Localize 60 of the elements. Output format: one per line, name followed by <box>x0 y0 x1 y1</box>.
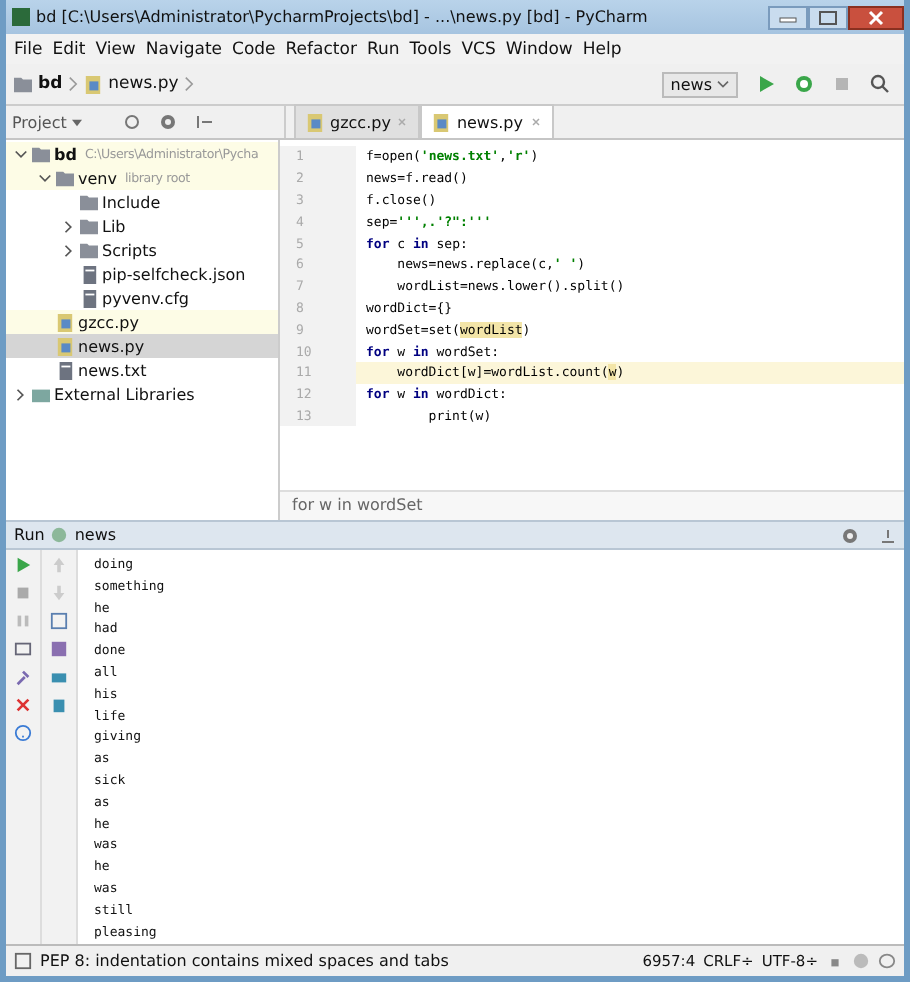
minimize-button[interactable] <box>768 5 808 29</box>
project-view-selector[interactable]: Project <box>12 113 85 131</box>
tree-item[interactable]: Lib <box>6 214 278 238</box>
chevron-icon <box>68 76 79 92</box>
file-icon <box>80 265 98 283</box>
stop-icon[interactable] <box>14 584 32 602</box>
rerun-icon[interactable] <box>14 556 32 574</box>
python-file-icon <box>432 113 451 131</box>
editor-tab[interactable]: gzcc.py <box>294 104 421 138</box>
menu-item[interactable]: Tools <box>409 39 452 59</box>
breadcrumb-item[interactable]: bd <box>38 74 63 94</box>
debug-icon[interactable] <box>794 74 814 94</box>
folder-icon <box>14 75 32 93</box>
menu-item[interactable]: Refactor <box>285 39 357 59</box>
tree-item[interactable]: Scripts <box>6 238 278 262</box>
dropdown-caret-icon <box>716 79 730 89</box>
tree-item[interactable]: news.py <box>6 334 278 358</box>
editor-breadcrumb[interactable]: for w in wordSet <box>280 490 904 520</box>
speech-bubble-icon[interactable] <box>878 952 896 970</box>
close-button[interactable] <box>848 5 904 29</box>
run-config-dropdown[interactable]: news <box>662 71 738 97</box>
editor-tab[interactable]: news.py <box>420 104 553 138</box>
python-file-icon <box>84 75 103 93</box>
menu-item[interactable]: Window <box>505 39 573 59</box>
chevron-icon <box>184 76 195 92</box>
run-icon[interactable] <box>756 74 776 94</box>
run-tab[interactable]: news <box>74 526 117 544</box>
search-icon[interactable] <box>870 74 890 94</box>
menu-item[interactable]: VCS <box>461 39 496 59</box>
tree-item[interactable]: pip-selfcheck.json <box>6 262 278 286</box>
menu-item[interactable]: View <box>95 39 136 59</box>
python-file-icon <box>306 113 324 131</box>
menu-item[interactable]: Run <box>366 39 400 59</box>
layout-icon[interactable] <box>14 640 32 658</box>
panel-toggle-icon[interactable] <box>14 952 32 970</box>
close-icon[interactable] <box>14 696 32 714</box>
tree-item[interactable]: External Libraries <box>6 382 278 406</box>
app-icon <box>12 8 30 26</box>
menu-item[interactable]: Code <box>232 39 276 59</box>
menu-item[interactable]: Edit <box>52 39 86 59</box>
collapse-icon[interactable] <box>194 112 215 132</box>
file-icon <box>56 361 74 379</box>
run-panel-label: Run <box>14 526 45 544</box>
file-icon <box>80 289 98 307</box>
dropdown-caret-icon <box>70 117 85 127</box>
tree-item[interactable]: news.txt <box>6 358 278 382</box>
menu-item[interactable]: Help <box>582 39 622 59</box>
close-tab-icon[interactable] <box>529 116 541 128</box>
hide-panel-icon[interactable] <box>878 525 898 545</box>
menu-item[interactable]: Navigate <box>145 39 223 59</box>
breadcrumb-item[interactable]: news.py <box>108 74 179 94</box>
tree-item[interactable]: Include <box>6 190 278 214</box>
collapsed-chevron-icon[interactable] <box>14 387 28 401</box>
target-icon[interactable] <box>122 112 143 132</box>
tree-item[interactable]: gzcc.py <box>6 310 278 334</box>
menu-item[interactable]: File <box>14 39 43 59</box>
status-message: PEP 8: indentation contains mixed spaces and tabs <box>40 952 449 970</box>
window-title: bd [C:\Users\Administrator\PycharmProjects\bd] - ...\news.py [bd] - PyCharm <box>36 8 648 26</box>
maximize-button[interactable] <box>808 5 848 29</box>
tree-item[interactable]: pyvenv.cfg <box>6 286 278 310</box>
